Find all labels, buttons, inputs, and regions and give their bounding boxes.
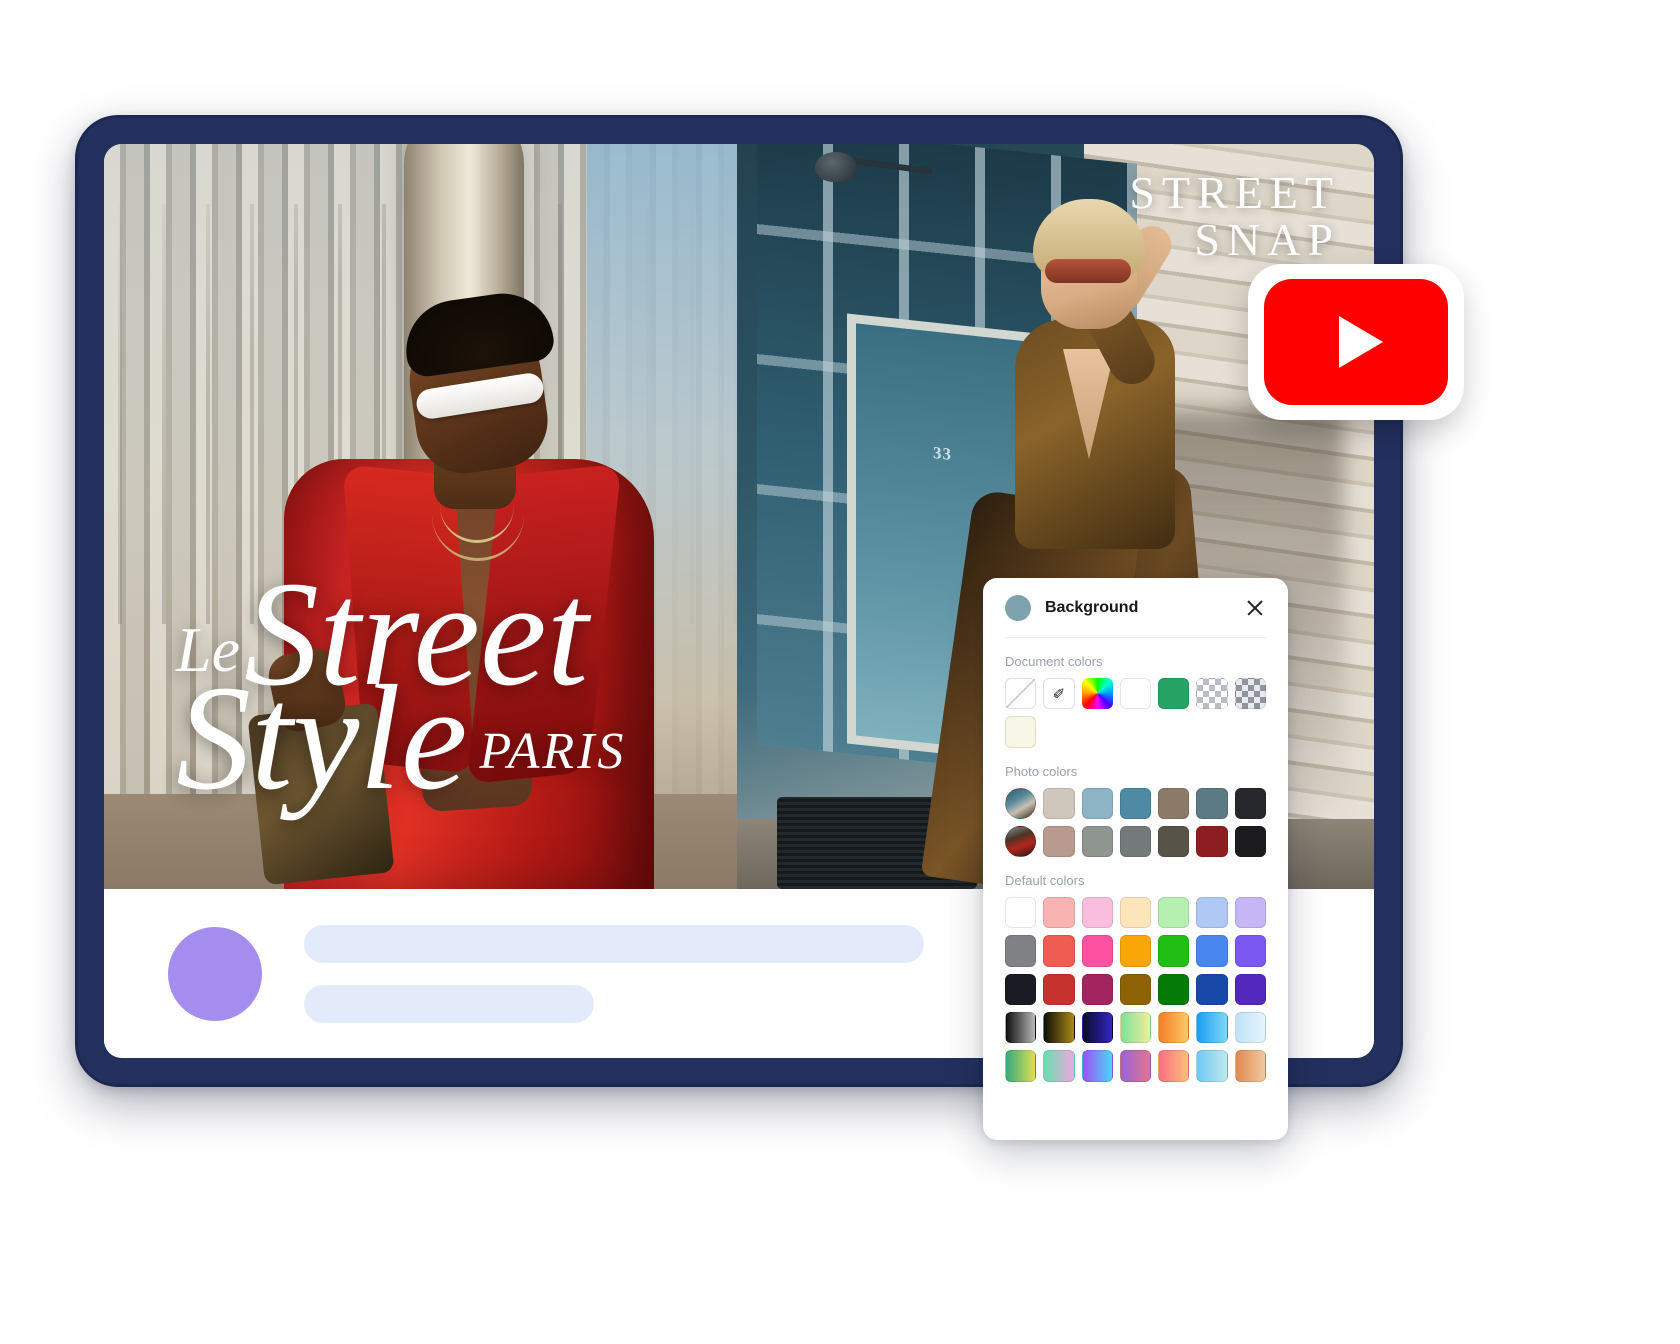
youtube-logo [1264,279,1448,405]
color-swatch-tan-gradient[interactable] [1234,1050,1267,1082]
color-swatch-pink-peach-gradient[interactable] [1158,1050,1190,1082]
color-swatch-light-pink[interactable] [1081,897,1113,929]
color-swatch-white[interactable] [1005,897,1037,929]
section-label: Default colors [1005,873,1085,889]
avatar[interactable] [168,926,262,1021]
play-icon [1339,316,1383,368]
color-swatch-sky-gradient[interactable] [1196,1050,1228,1082]
color-swatch-light-salmon[interactable] [1043,897,1075,929]
color-swatch-near-black[interactable] [1234,787,1267,819]
color-swatch-light-purple[interactable] [1234,897,1267,929]
youtube-badge[interactable] [1248,264,1464,420]
color-swatch-transparent-light[interactable] [1196,678,1228,710]
swatch-grid [1005,787,1267,858]
color-swatch-mint-pink-gradient[interactable] [1043,1050,1075,1082]
color-swatch-light-blue[interactable] [1196,897,1228,929]
color-swatch-black[interactable] [1005,973,1037,1006]
color-swatch-taupe[interactable] [1158,787,1190,819]
logo-line-1: STREET [1129,167,1340,218]
color-swatch-gray[interactable] [1005,935,1037,967]
color-swatch-dusty-rose[interactable] [1043,825,1075,858]
color-swatch-orange[interactable] [1119,935,1152,967]
color-swatch-dark-olive-gray[interactable] [1158,825,1190,858]
color-swatch-dark-purple[interactable] [1234,973,1267,1006]
color-swatch-pale-blue-gradient[interactable] [1234,1012,1267,1044]
color-swatch-black-gold-gradient[interactable] [1043,1012,1075,1044]
color-swatch-black-gray-gradient[interactable] [1005,1012,1037,1044]
color-swatch-black[interactable] [1234,825,1267,858]
swatch-grid [1005,897,1267,1082]
color-swatch-magenta[interactable] [1081,973,1113,1006]
color-swatch-photo-thumbnail-2[interactable] [1005,825,1037,858]
color-swatch-photo-thumbnail-1[interactable] [1005,787,1037,819]
color-swatch-eyedropper[interactable]: ✐ [1043,678,1075,710]
handbag [247,702,395,886]
lamp-head [815,152,857,182]
color-swatch-light-green[interactable] [1158,897,1190,929]
color-swatch-red[interactable] [1043,973,1075,1006]
color-sections: Document colors ✐ Photo colors Default colo… [1005,654,1267,1082]
color-swatch-no-color[interactable] [1005,678,1037,710]
skeleton-line [304,924,924,963]
panel-title: Background [1045,598,1139,616]
tortoise-sunglasses [1045,259,1131,283]
current-color-swatch[interactable] [1005,594,1031,621]
color-swatch-blue[interactable] [1196,935,1228,967]
color-swatch-coral-red[interactable] [1043,935,1075,967]
color-swatch-purple[interactable] [1234,935,1267,967]
swatch-grid: ✐ [1005,678,1267,748]
color-swatch-blue-cyan-gradient[interactable] [1196,1012,1228,1044]
color-swatch-light-blue[interactable] [1081,787,1113,819]
color-swatch-green[interactable] [1158,935,1190,967]
model-red-suit [244,279,684,889]
color-swatch-green-yellow-gradient[interactable] [1119,1012,1152,1044]
color-swatch-orange-gradient[interactable] [1158,1012,1190,1044]
color-swatch-gray[interactable] [1119,825,1152,858]
color-swatch-dark-green[interactable] [1158,973,1190,1006]
color-swatch-dark-gold[interactable] [1119,973,1152,1006]
color-swatch-steel-blue[interactable] [1119,787,1152,819]
screenshot-root: 33 STREET SNAP Le Street Style PARIS Bac… [0,0,1680,1344]
color-swatch-ivory[interactable] [1005,716,1037,748]
color-swatch-slate-teal[interactable] [1196,787,1228,819]
section-label: Photo colors [1005,763,1078,779]
color-swatch-sage-gray[interactable] [1081,825,1113,858]
color-swatch-green[interactable] [1158,678,1190,710]
color-swatch-transparent-dark[interactable] [1234,678,1267,710]
color-swatch-purple-cyan-gradient[interactable] [1081,1050,1113,1082]
color-swatch-teal-yellow-gradient[interactable] [1005,1050,1037,1082]
color-picker-panel[interactable]: Background Document colors ✐ Photo colors D… [983,578,1288,1140]
color-swatch-purple-rose-gradient[interactable] [1119,1050,1152,1082]
color-swatch-dark-blue[interactable] [1196,973,1228,1006]
photo-left-cathedral[interactable] [104,144,737,889]
color-swatch-hot-pink[interactable] [1081,935,1113,967]
section-label: Document colors [1005,654,1103,669]
color-swatch-color-wheel[interactable] [1081,678,1113,710]
color-swatch-light-peach[interactable] [1119,897,1152,929]
street-snap-logotype[interactable]: STREET SNAP [1129,170,1340,264]
color-swatch-dark-red[interactable] [1196,825,1228,858]
color-swatch-navy-blue-gradient[interactable] [1081,1012,1113,1044]
panel-header: Background [1005,578,1266,638]
color-swatch-beige[interactable] [1043,787,1075,819]
close-icon[interactable] [1244,597,1266,619]
logo-line-2: SNAP [1194,214,1340,265]
color-swatch-white[interactable] [1119,678,1152,710]
skeleton-line [304,984,594,1023]
